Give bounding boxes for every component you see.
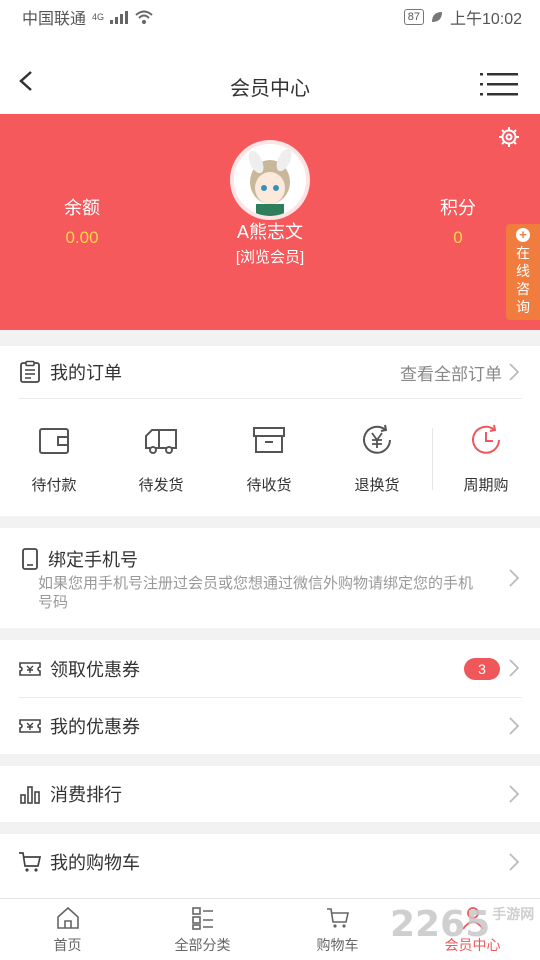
order-label: 周期购 bbox=[463, 477, 509, 494]
battery-icon: 87 bbox=[403, 9, 424, 25]
wifi-icon bbox=[135, 10, 153, 24]
chevron-right-icon bbox=[509, 363, 520, 381]
ranking-row[interactable]: 消费排行 bbox=[0, 766, 540, 822]
carrier-label: 中国联通 bbox=[22, 11, 87, 28]
orders-title: 我的订单 bbox=[50, 363, 122, 383]
divider bbox=[432, 428, 433, 490]
site-watermark: 2265 手游网 bbox=[390, 904, 534, 945]
chevron-right-icon bbox=[509, 853, 520, 871]
divider bbox=[18, 398, 522, 399]
chevron-right-icon bbox=[509, 785, 520, 803]
watermark-brand: 2265 bbox=[390, 904, 491, 945]
tab-cart[interactable]: 购物车 bbox=[270, 905, 405, 955]
chevron-right-icon bbox=[509, 717, 520, 735]
coupon-icon bbox=[19, 661, 41, 676]
cart-row[interactable]: 我的购物车 bbox=[0, 834, 540, 890]
network-label: 4G bbox=[92, 12, 105, 22]
order-returns[interactable]: 退换货 bbox=[327, 420, 427, 495]
signal-icon bbox=[110, 10, 129, 24]
leaf-icon bbox=[431, 12, 442, 22]
cart-icon bbox=[19, 852, 42, 872]
yen-refresh-icon bbox=[363, 424, 391, 454]
bind-phone-title: 绑定手机号 bbox=[48, 550, 138, 570]
tab-categories[interactable]: 全部分类 bbox=[135, 905, 270, 955]
balance-label: 余额 bbox=[64, 198, 100, 218]
cart-icon bbox=[326, 908, 349, 928]
order-label: 待收货 bbox=[246, 477, 292, 494]
order-label: 退换货 bbox=[354, 477, 400, 494]
avatar[interactable] bbox=[230, 140, 310, 220]
status-bar: 中国联通 4G 87 上午10:02 bbox=[0, 0, 540, 34]
clock-icon bbox=[472, 424, 500, 454]
order-pending-shipment[interactable]: 待发货 bbox=[111, 420, 211, 495]
tab-label: 首页 bbox=[53, 937, 82, 953]
points-stat[interactable]: 积分 0 bbox=[398, 194, 518, 248]
phone-icon bbox=[22, 548, 38, 570]
coupon-icon bbox=[19, 719, 41, 733]
order-subscription[interactable]: 周期购 bbox=[436, 420, 536, 495]
order-label: 待发货 bbox=[138, 477, 184, 494]
ranking-label: 消费排行 bbox=[50, 785, 122, 805]
wallet-icon bbox=[39, 428, 69, 454]
claim-coupon-label: 领取优惠券 bbox=[50, 659, 140, 680]
bar-chart-icon bbox=[20, 786, 40, 804]
claim-coupon-row[interactable]: 领取优惠券 bbox=[0, 640, 540, 697]
points-value: 0 bbox=[453, 228, 463, 247]
cart-label: 我的购物车 bbox=[50, 853, 140, 873]
plus-icon: + bbox=[516, 228, 530, 242]
home-icon bbox=[56, 906, 79, 929]
consult-label: 在线咨询 bbox=[516, 245, 530, 315]
watermark-site: 手游网 bbox=[492, 907, 535, 923]
clock-time: 上午10:02 bbox=[449, 11, 522, 28]
tab-label: 全部分类 bbox=[174, 937, 231, 953]
order-list-icon bbox=[20, 360, 40, 383]
view-all-orders-link[interactable]: 查看全部订单 bbox=[400, 360, 502, 385]
my-coupon-row[interactable]: 我的优惠券 bbox=[0, 698, 540, 754]
page-title: 会员中心 bbox=[230, 78, 310, 100]
bind-phone-desc: 如果您用手机号注册过会员或您想通过微信外购物请绑定您的手机号码 bbox=[38, 575, 474, 611]
order-pending-receipt[interactable]: 待收货 bbox=[219, 420, 319, 495]
order-pending-payment[interactable]: 待付款 bbox=[4, 420, 104, 495]
tab-home[interactable]: 首页 bbox=[0, 905, 135, 955]
orders-header[interactable]: 我的订单 查看全部订单 bbox=[0, 346, 540, 398]
menu-icon[interactable] bbox=[480, 72, 518, 96]
my-coupon-label: 我的优惠券 bbox=[50, 717, 140, 737]
nav-bar: 会员中心 bbox=[0, 34, 540, 114]
chevron-right-icon bbox=[509, 569, 520, 587]
category-icon bbox=[191, 907, 213, 930]
profile-header: 余额 0.00 A熊志文 [浏览会员] 积分 0 + 在线咨询 bbox=[0, 114, 540, 330]
order-label: 待付款 bbox=[31, 477, 77, 494]
tab-label: 购物车 bbox=[316, 937, 359, 953]
coupon-count-badge: 3 bbox=[464, 658, 500, 680]
box-icon bbox=[253, 427, 285, 453]
points-label: 积分 bbox=[440, 198, 476, 218]
truck-icon bbox=[145, 429, 177, 454]
gear-icon[interactable] bbox=[498, 126, 520, 148]
online-consult-button[interactable]: + 在线咨询 bbox=[506, 224, 540, 320]
chevron-right-icon bbox=[509, 659, 520, 677]
member-level: [浏览会员] bbox=[235, 249, 305, 266]
